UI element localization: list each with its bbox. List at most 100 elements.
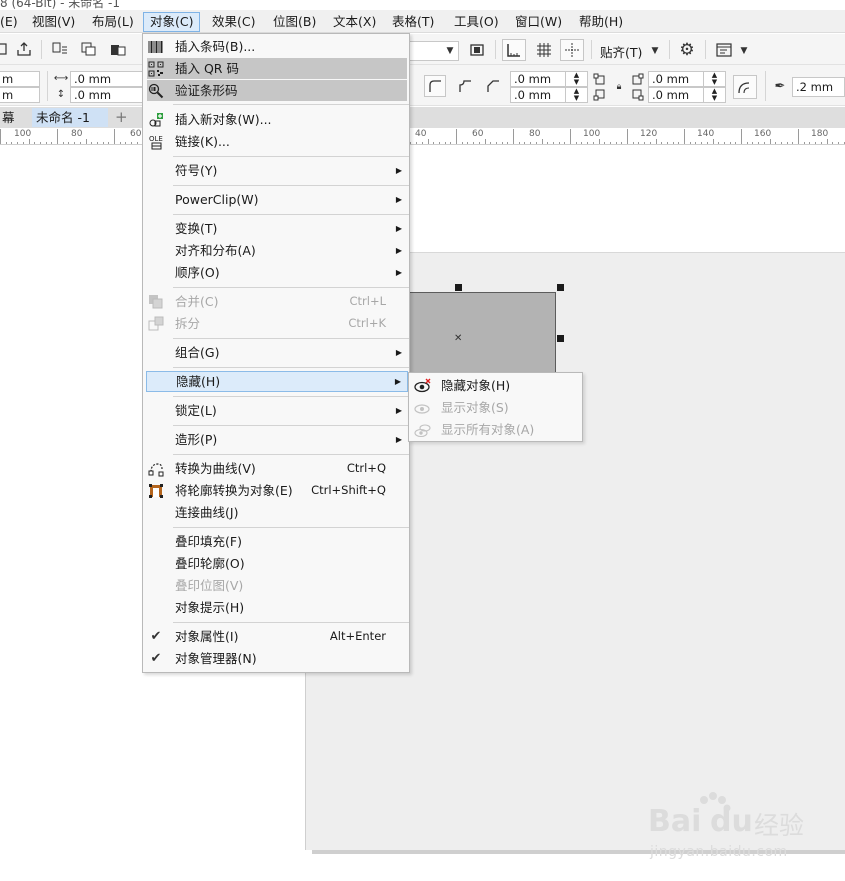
gear-icon[interactable]: ⚙ xyxy=(676,39,698,61)
menu-hide[interactable]: 隐藏(H) ▶ xyxy=(146,371,408,392)
menu-validate-barcode[interactable]: 验证条形码 xyxy=(147,80,407,101)
round-corner-icon[interactable] xyxy=(424,75,446,97)
menu-insert-qr-code[interactable]: 插入 QR 码 xyxy=(147,58,407,79)
submenu-arrow-icon: ▶ xyxy=(395,348,402,357)
menu-align-distribute[interactable]: 对齐和分布(A) ▶ xyxy=(144,240,408,261)
barcode-icon xyxy=(147,38,165,55)
tab-untitled-1[interactable]: 未命名 -1 xyxy=(32,108,108,127)
menu-edit[interactable]: (E) xyxy=(0,12,24,32)
object-width-field[interactable]: .0 mm xyxy=(70,71,146,87)
export-icon[interactable] xyxy=(14,40,34,58)
menu-object-hints[interactable]: 对象提示(H) xyxy=(144,597,408,618)
menu-object-manager[interactable]: ✔ 对象管理器(N) xyxy=(144,648,408,669)
standard-toolbar: ▼ 贴齐(T) ▼ ⚙ ▼ xyxy=(0,34,845,65)
menu-transform[interactable]: 变换(T) ▶ xyxy=(144,218,408,239)
corner-radius-field-2[interactable]: .0 mm xyxy=(510,87,566,103)
corner-radius-field-1[interactable]: .0 mm xyxy=(510,71,566,87)
menu-help[interactable]: 帮助(H) xyxy=(573,12,629,32)
menu-convert-to-curves[interactable]: 转换为曲线(V) Ctrl+Q xyxy=(144,458,408,479)
ole-icon: OLE xyxy=(147,133,165,150)
show-object-icon xyxy=(414,399,432,416)
toolbar-partial-icon[interactable] xyxy=(0,40,8,58)
snap-dropdown-icon[interactable]: ▼ xyxy=(648,43,662,59)
menu-show-object: 显示对象(S) xyxy=(410,397,581,418)
menu-insert-new-object[interactable]: 插入新对象(W)... xyxy=(144,109,408,130)
ruler-label: 120 xyxy=(640,129,658,139)
selection-handle-top[interactable] xyxy=(455,284,462,291)
relative-corner-scaling-icon[interactable] xyxy=(733,75,757,99)
paste-icon[interactable] xyxy=(108,40,128,58)
menu-text[interactable]: 文本(X) xyxy=(327,12,382,32)
document-tabs: 幕 未命名 -1 + xyxy=(0,107,845,128)
duplicate-icon[interactable] xyxy=(79,40,99,58)
lock-ratio-icon[interactable]: 🔒︎ xyxy=(612,79,626,94)
ruler-label: 180 xyxy=(811,129,829,139)
menu-bar: (E) 视图(V) 布局(L) 对象(C) 效果(C) 位图(B) 文本(X) … xyxy=(0,10,845,33)
menu-convert-outline-to-object[interactable]: 将轮廓转换为对象(E) Ctrl+Shift+Q xyxy=(144,480,408,501)
show-rulers-icon[interactable] xyxy=(502,39,526,61)
corner-radius-field-4[interactable]: .0 mm xyxy=(648,87,704,103)
menu-hide-object[interactable]: 隐藏对象(H) xyxy=(410,375,581,396)
menu-tools[interactable]: 工具(O) xyxy=(448,12,505,32)
menu-links[interactable]: OLE 链接(K)... xyxy=(144,131,408,152)
object-height-field[interactable]: .0 mm xyxy=(70,87,146,103)
menu-symbol[interactable]: 符号(Y) ▶ xyxy=(144,160,408,181)
show-guidelines-icon[interactable] xyxy=(560,39,584,61)
tab-welcome[interactable]: 幕 xyxy=(0,108,19,127)
menu-shaping[interactable]: 造形(P) ▶ xyxy=(144,429,408,450)
ruler-label: 60 xyxy=(472,129,484,139)
menu-object[interactable]: 对象(C) xyxy=(143,12,201,32)
property-bar: m m ⟷ ↕ .0 mm .0 mm .0 mm ▲ ▼ .0 mm ▲ ▼ 🔒︎ xyxy=(0,65,845,106)
convert-curves-icon xyxy=(147,460,165,477)
selection-handle-right[interactable] xyxy=(557,335,564,342)
ruler-label: 100 xyxy=(583,129,601,139)
add-tab-button[interactable]: + xyxy=(111,108,132,127)
menu-window[interactable]: 窗口(W) xyxy=(509,12,568,32)
qr-code-icon xyxy=(147,60,165,77)
menu-powerclip[interactable]: PowerClip(W) ▶ xyxy=(144,189,408,210)
show-grid-icon[interactable] xyxy=(533,40,555,60)
menu-view[interactable]: 视图(V) xyxy=(26,12,81,32)
application-launcher-icon[interactable] xyxy=(713,40,735,60)
menu-insert-barcode[interactable]: 插入条码(B)... xyxy=(144,36,408,57)
menu-overprint-outline[interactable]: 叠印轮廓(O) xyxy=(144,553,408,574)
corner-radius-spinner-3[interactable]: ▲ ▼ xyxy=(704,71,726,87)
zoom-dropdown-icon[interactable]: ▼ xyxy=(443,43,457,59)
full-screen-icon[interactable] xyxy=(466,40,488,60)
menu-group[interactable]: 组合(G) ▶ xyxy=(144,342,408,363)
chamfered-corner-icon[interactable] xyxy=(482,75,504,97)
selected-rectangle[interactable] xyxy=(400,292,556,378)
scalloped-corner-icon[interactable] xyxy=(454,75,476,97)
outline-width-field[interactable]: .2 mm xyxy=(792,77,845,97)
submenu-arrow-icon: ▶ xyxy=(395,246,402,255)
menu-order[interactable]: 顺序(O) ▶ xyxy=(144,262,408,283)
paw-icon xyxy=(700,792,731,812)
menu-bitmaps[interactable]: 位图(B) xyxy=(267,12,322,32)
copy-properties-icon[interactable] xyxy=(50,40,70,58)
corner-radius-spinner-4[interactable]: ▲ ▼ xyxy=(704,87,726,103)
corner-radius-field-3[interactable]: .0 mm xyxy=(648,71,704,87)
ruler-label: 40 xyxy=(415,129,427,139)
show-all-objects-icon xyxy=(414,421,432,438)
menu-join-curves[interactable]: 连接曲线(J) xyxy=(144,502,408,523)
menu-layout[interactable]: 布局(L) xyxy=(86,12,140,32)
checkmark-icon: ✔ xyxy=(150,629,162,644)
menu-lock[interactable]: 锁定(L) ▶ xyxy=(144,400,408,421)
pen-nib-icon: ✒ xyxy=(774,78,786,94)
menu-effects[interactable]: 效果(C) xyxy=(206,12,261,32)
submenu-arrow-icon: ▶ xyxy=(395,195,402,204)
menu-object-properties[interactable]: ✔ 对象属性(I) Alt+Enter xyxy=(144,626,408,647)
corner-radius-spinner-2[interactable]: ▲ ▼ xyxy=(566,87,588,103)
object-x-field[interactable]: m xyxy=(0,71,40,87)
menu-combine: 合并(C) Ctrl+L xyxy=(144,291,408,312)
combine-icon xyxy=(147,293,165,310)
menu-overprint-fill[interactable]: 叠印填充(F) xyxy=(144,531,408,552)
selection-handle-top-right[interactable] xyxy=(557,284,564,291)
corner-radius-spinner-1[interactable]: ▲ ▼ xyxy=(566,71,588,87)
break-apart-icon xyxy=(147,315,165,332)
menu-table[interactable]: 表格(T) xyxy=(386,12,440,32)
object-y-field[interactable]: m xyxy=(0,87,40,103)
corner-bottom-left-icon xyxy=(591,87,607,102)
snap-to-label[interactable]: 贴齐(T) xyxy=(600,42,642,61)
launcher-dropdown-icon[interactable]: ▼ xyxy=(737,43,751,59)
